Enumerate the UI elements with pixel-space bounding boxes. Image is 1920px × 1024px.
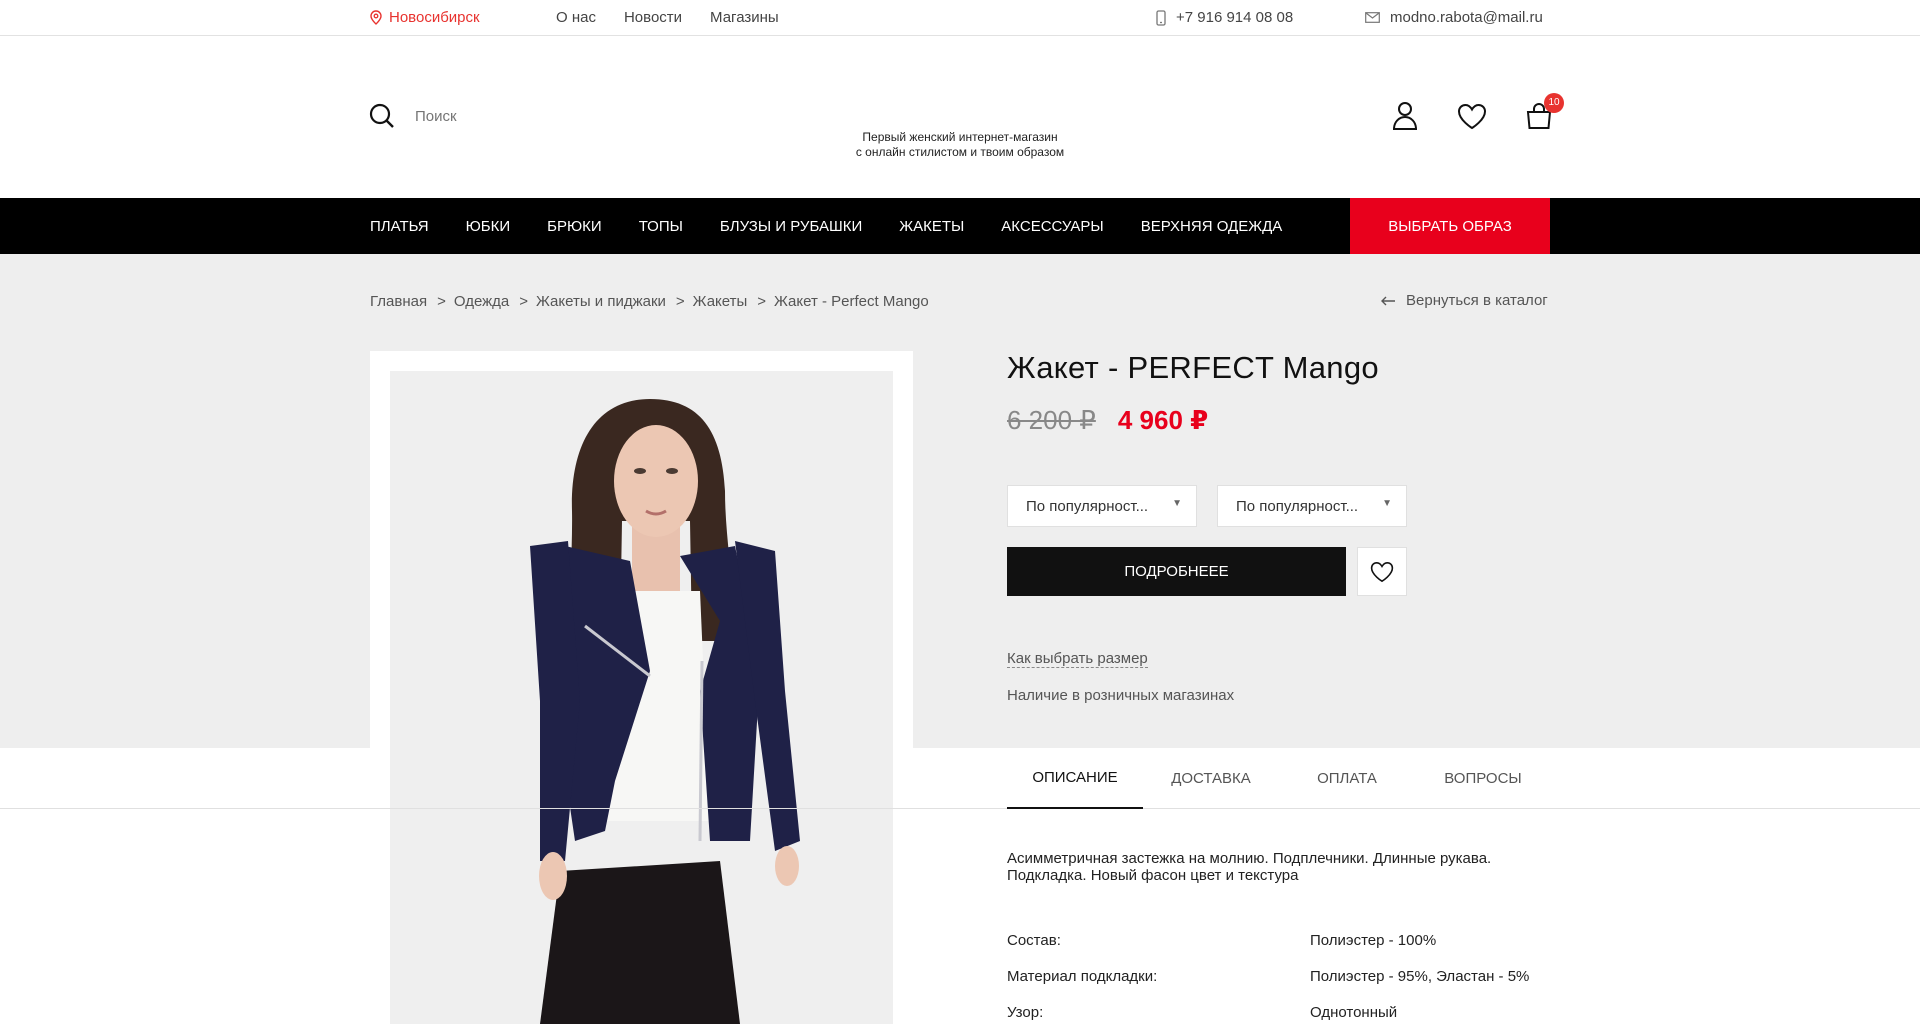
- breadcrumb-jackets[interactable]: Жакеты: [693, 293, 748, 310]
- product-image[interactable]: [390, 371, 893, 1024]
- chevron-down-icon: ▼: [1172, 498, 1182, 509]
- sale-price: 4 960 ₽: [1117, 405, 1209, 435]
- nav-item-skirts[interactable]: ЮБКИ: [466, 218, 511, 235]
- chevron-down-icon: ▼: [1382, 498, 1392, 509]
- color-select[interactable]: По популярност... ▼: [1217, 485, 1407, 527]
- size-select[interactable]: По популярност... ▼: [1007, 485, 1197, 527]
- cart-button[interactable]: 10: [1522, 93, 1564, 133]
- nav-item-trousers[interactable]: БРЮКИ: [547, 218, 602, 235]
- search-input[interactable]: [415, 107, 635, 125]
- product-band: [0, 254, 1920, 748]
- breadcrumb-separator: >: [757, 293, 767, 310]
- top-bar: Новосибирск О нас Новости Магазины +7 91…: [0, 0, 1920, 36]
- color-select-value: По популярност...: [1236, 497, 1359, 515]
- size-select-value: По популярност...: [1026, 497, 1149, 515]
- heart-icon: [1457, 103, 1487, 129]
- phone-icon: [1156, 9, 1166, 26]
- phone-number: +7 916 914 08 08: [1176, 9, 1294, 26]
- old-price: 6 200 ₽: [1007, 405, 1096, 435]
- tabs-divider: [0, 808, 1920, 809]
- product-title: Жакет - PERFECT Mango: [1007, 350, 1379, 385]
- product-description: Асимметричная застежка на молнию. Подпле…: [1007, 850, 1492, 884]
- tab-description[interactable]: ОПИСАНИЕ: [1007, 748, 1143, 809]
- spec-value: Полиэстер - 95%, Эластан - 5%: [1310, 967, 1530, 985]
- tab-delivery[interactable]: ДОСТАВКА: [1143, 748, 1279, 809]
- product-tabs: ОПИСАНИЕ ДОСТАВКА ОПЛАТА ВОПРОСЫ: [1007, 748, 1551, 809]
- spec-value: Полиэстер - 100%: [1310, 931, 1437, 949]
- header-actions: 10: [1388, 93, 1564, 133]
- city-label: Новосибирск: [389, 9, 480, 26]
- arrow-left-icon: [1381, 296, 1395, 305]
- spec-row: Состав: Полиэстер - 100%: [1007, 922, 1567, 958]
- store-availability-link[interactable]: Наличие в розничных магазинах: [1007, 687, 1234, 704]
- price-block: 6 200 ₽ 4 960 ₽: [1007, 405, 1208, 436]
- email-contact[interactable]: modno.rabota@mail.ru: [1365, 9, 1543, 26]
- back-to-catalog-link[interactable]: Вернуться в каталог: [1380, 292, 1548, 309]
- top-links: О нас Новости Магазины: [556, 9, 779, 26]
- nav-item-outerwear[interactable]: ВЕРХНЯЯ ОДЕЖДА: [1141, 218, 1283, 235]
- main-nav: ПЛАТЬЯ ЮБКИ БРЮКИ ТОПЫ БЛУЗЫ И РУБАШКИ Ж…: [0, 198, 1920, 254]
- tagline-line-2: с онлайн стилистом и твоим образом: [855, 145, 1065, 159]
- nav-items: ПЛАТЬЯ ЮБКИ БРЮКИ ТОПЫ БЛУЗЫ И РУБАШКИ Ж…: [370, 198, 1319, 254]
- back-label: Вернуться в каталог: [1406, 292, 1548, 309]
- breadcrumb-separator: >: [437, 293, 446, 310]
- breadcrumb: Главная > Одежда > Жакеты и пиджаки > Жа…: [370, 293, 929, 310]
- link-stores[interactable]: Магазины: [710, 9, 779, 26]
- nav-item-dresses[interactable]: ПЛАТЬЯ: [370, 218, 429, 235]
- spec-row: Узор: Однотонный: [1007, 994, 1567, 1024]
- nav-item-jackets[interactable]: ЖАКЕТЫ: [899, 218, 964, 235]
- breadcrumb-separator: >: [675, 293, 685, 310]
- breadcrumb-separator: >: [519, 293, 529, 310]
- choose-look-button[interactable]: ВЫБРАТЬ ОБРАЗ: [1350, 198, 1550, 254]
- breadcrumb-current: Жакет - Perfect Mango: [774, 293, 929, 310]
- spec-key: Узор:: [1007, 1003, 1044, 1021]
- spec-key: Материал подкладки:: [1007, 967, 1158, 985]
- user-icon: [1392, 102, 1418, 130]
- tagline-line-1: Первый женский интернет-магазин: [862, 130, 1058, 144]
- heart-icon: [1370, 561, 1394, 582]
- nav-item-accessories[interactable]: АКСЕССУАРЫ: [1001, 218, 1103, 235]
- spec-key: Состав:: [1007, 931, 1061, 949]
- phone-contact[interactable]: +7 916 914 08 08: [1156, 9, 1293, 26]
- search-icon[interactable]: [369, 103, 395, 129]
- spec-value: Однотонный: [1310, 1003, 1398, 1021]
- breadcrumb-jackets-blazers[interactable]: Жакеты и пиджаки: [536, 293, 666, 310]
- city-selector[interactable]: Новосибирск: [370, 9, 480, 26]
- link-news[interactable]: Новости: [624, 9, 682, 26]
- tab-payment[interactable]: ОПЛАТА: [1279, 748, 1415, 809]
- size-guide-link[interactable]: Как выбрать размер: [1007, 650, 1148, 668]
- site-tagline: Первый женский интернет-магазин с онлайн…: [810, 130, 1110, 160]
- product-image-frame: [370, 351, 913, 1024]
- location-pin-icon: [370, 10, 382, 25]
- breadcrumb-home[interactable]: Главная: [370, 293, 427, 310]
- search-bar[interactable]: [369, 103, 635, 129]
- spec-row: Материал подкладки: Полиэстер - 95%, Эла…: [1007, 958, 1567, 994]
- product-specs: Состав: Полиэстер - 100% Материал подкла…: [1007, 922, 1567, 1024]
- email-address: modno.rabota@mail.ru: [1390, 9, 1543, 26]
- more-details-button[interactable]: ПОДРОБНЕЕЕ: [1007, 547, 1346, 596]
- mail-icon: [1365, 12, 1380, 23]
- model-photo: [390, 371, 893, 1024]
- site-header: Первый женский интернет-магазин с онлайн…: [0, 37, 1920, 198]
- option-selects: По популярност... ▼ По популярност... ▼: [1007, 485, 1407, 527]
- cart-count-badge: 10: [1544, 93, 1564, 113]
- wishlist-button[interactable]: [1455, 99, 1489, 133]
- nav-item-tops[interactable]: ТОПЫ: [639, 218, 683, 235]
- nav-item-blouses[interactable]: БЛУЗЫ И РУБАШКИ: [720, 218, 862, 235]
- breadcrumb-clothing[interactable]: Одежда: [454, 293, 509, 310]
- link-about[interactable]: О нас: [556, 9, 596, 26]
- add-to-wishlist-button[interactable]: [1357, 547, 1407, 596]
- account-button[interactable]: [1388, 99, 1422, 133]
- tab-questions[interactable]: ВОПРОСЫ: [1415, 748, 1551, 809]
